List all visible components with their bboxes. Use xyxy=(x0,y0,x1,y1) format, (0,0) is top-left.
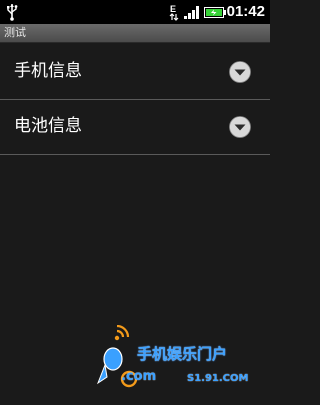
page-title: 测试 xyxy=(4,26,26,39)
list-item-label: 电池信息 xyxy=(14,116,82,136)
list-item-phone-info[interactable]: 手机信息 xyxy=(0,45,270,100)
title-bar: 测试 xyxy=(0,24,270,43)
status-bar: E 01:42 xyxy=(0,0,270,24)
edge-network-icon: E xyxy=(169,4,179,21)
watermark-url: S1.91.COM xyxy=(187,373,249,384)
svg-text:E: E xyxy=(170,4,176,14)
signal-icon xyxy=(184,6,199,19)
chevron-down-icon[interactable] xyxy=(229,61,251,83)
battery-charging-icon xyxy=(204,7,226,18)
chevron-down-icon[interactable] xyxy=(229,116,251,138)
watermark-brand: 手机娱乐门户 xyxy=(137,345,228,363)
usb-icon xyxy=(7,4,18,21)
list-item-label: 手机信息 xyxy=(14,61,82,81)
list-item-battery-info[interactable]: 电池信息 xyxy=(0,100,270,155)
clock: 01:42 xyxy=(226,3,265,20)
watermark-logo: 手机娱乐门户 .com S1.91.COM xyxy=(95,325,267,397)
watermark-com: .com xyxy=(121,369,157,384)
